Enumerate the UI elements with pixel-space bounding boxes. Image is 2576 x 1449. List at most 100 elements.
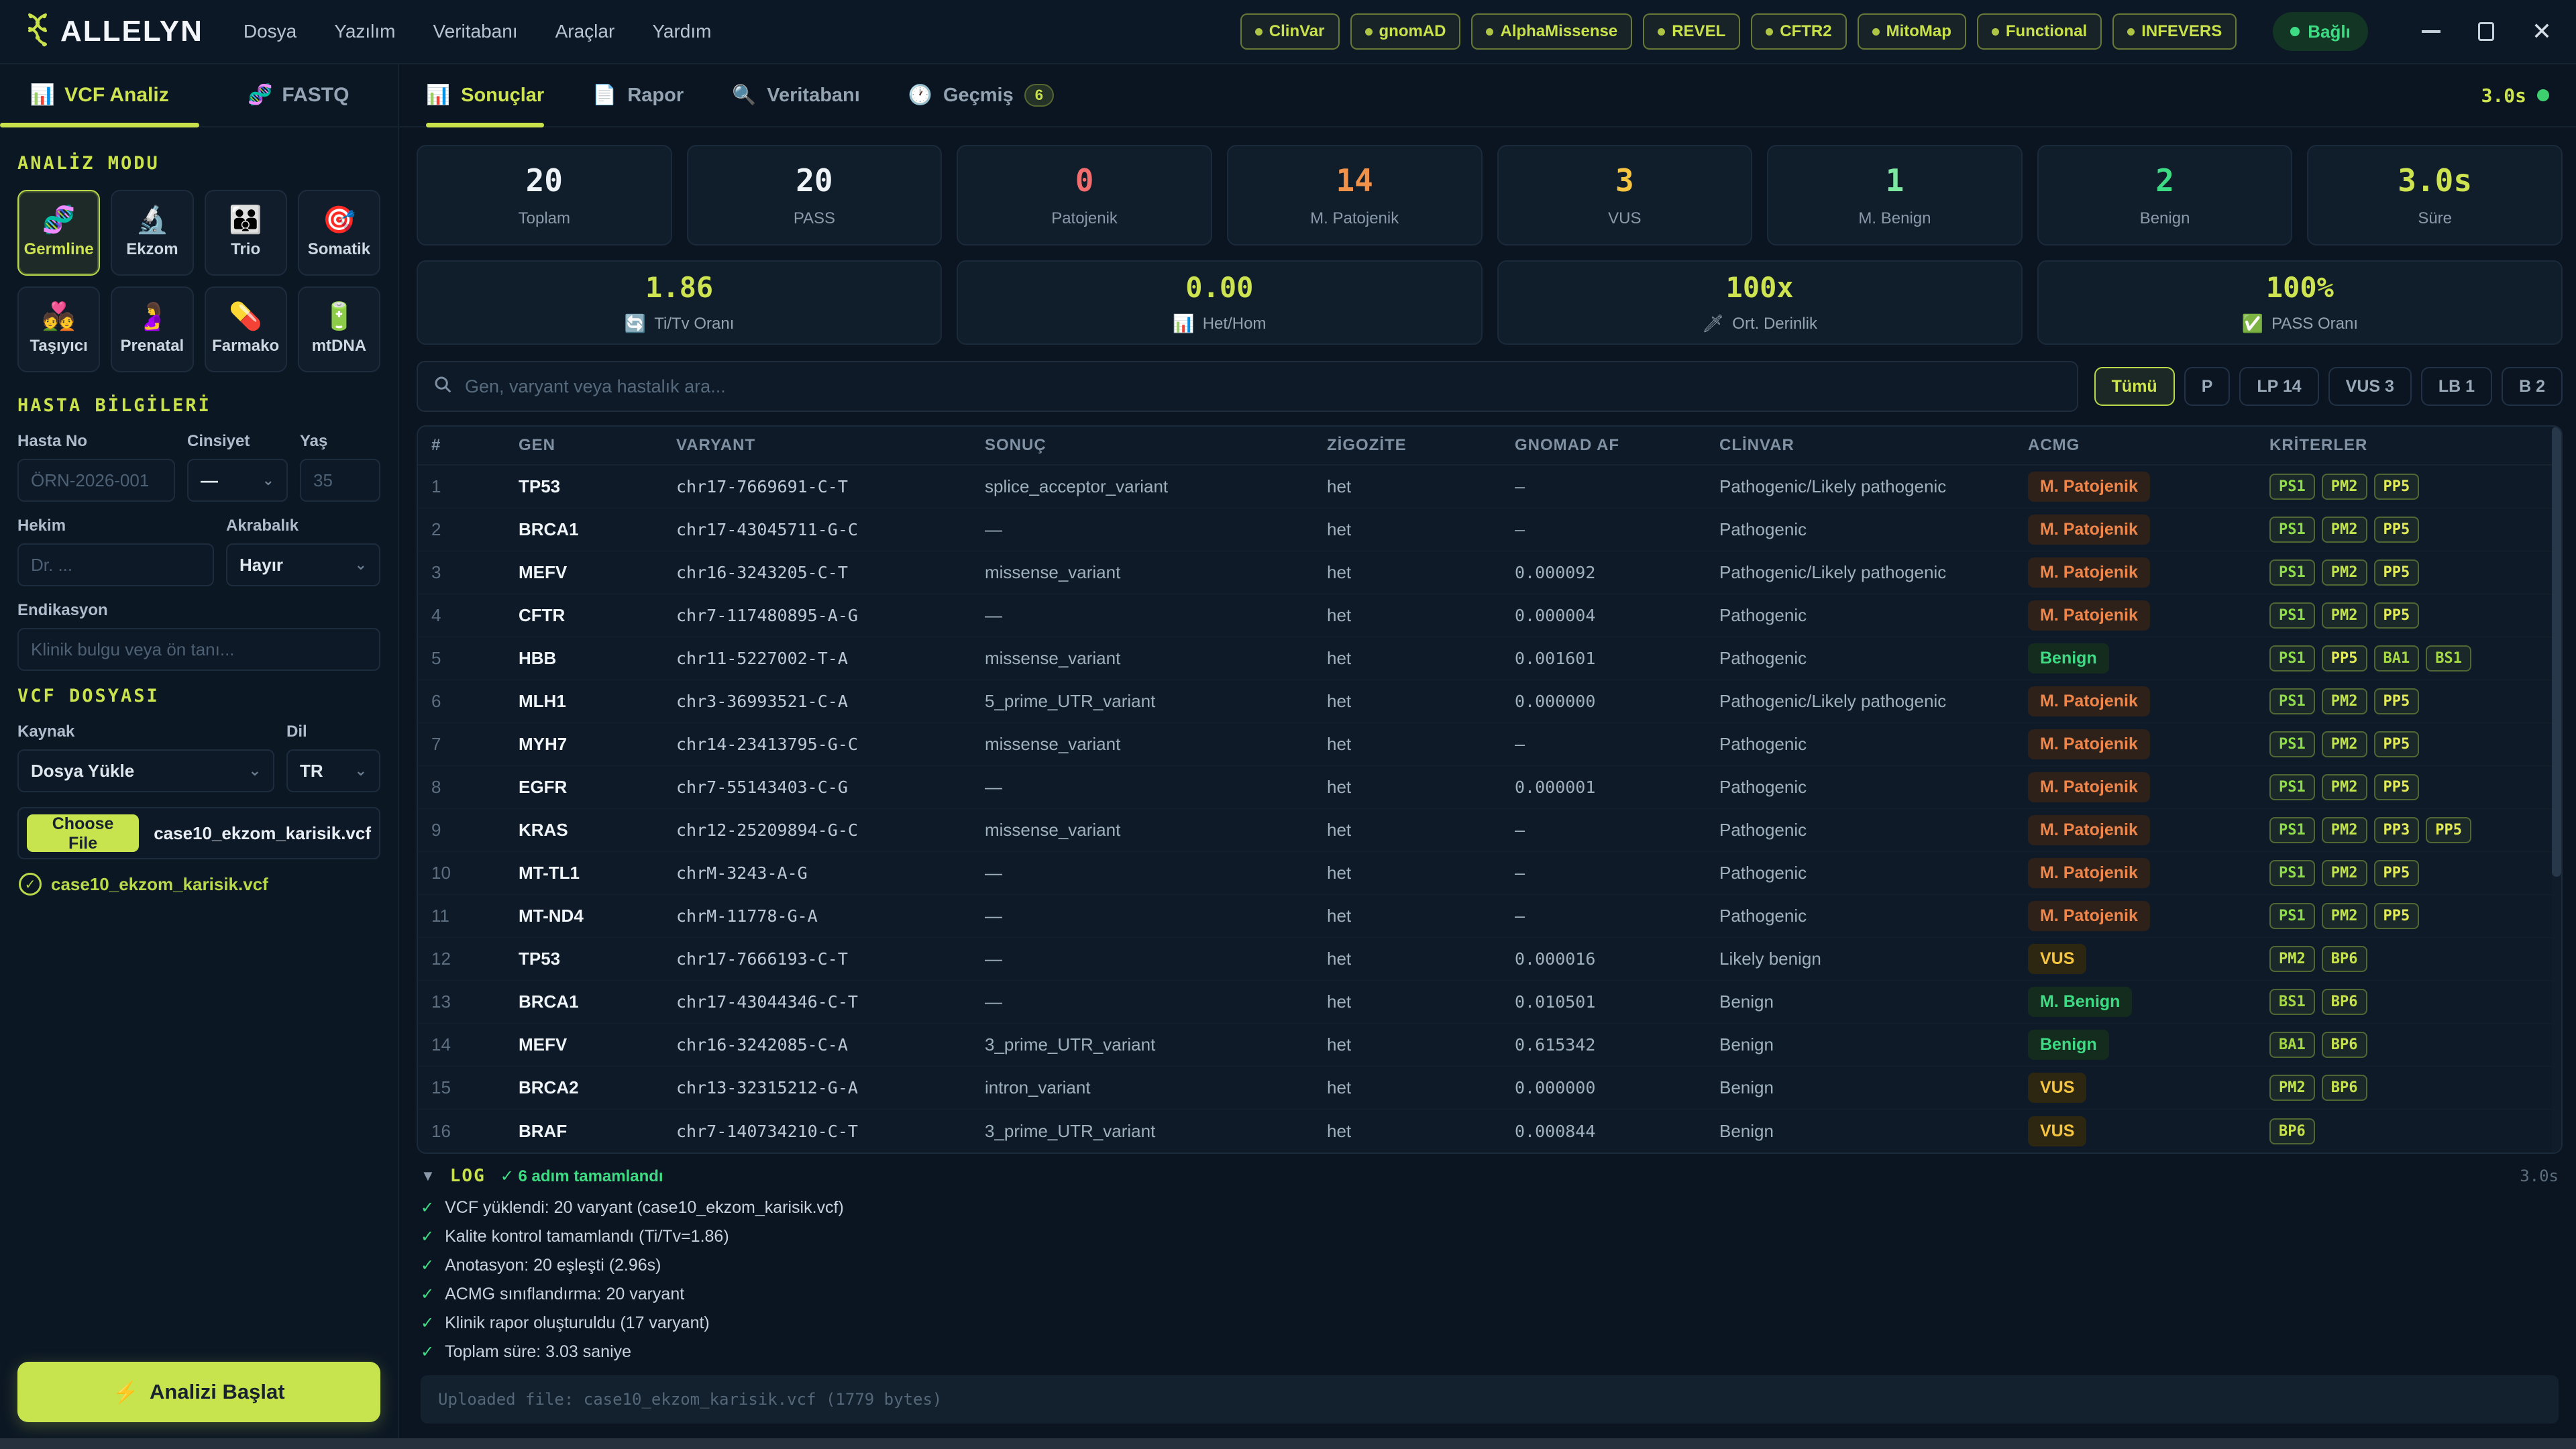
filter-chip[interactable]: LB 1 bbox=[2421, 367, 2492, 406]
gene-cell: MT-TL1 bbox=[519, 863, 676, 883]
variant-cell: chr17-7666193-C-T bbox=[676, 949, 985, 969]
stat-card: 1 M. Benign bbox=[1767, 145, 2023, 246]
database-badge[interactable]: Functional bbox=[1977, 13, 2102, 50]
menu-item[interactable]: Yazılım bbox=[334, 21, 395, 42]
check-circle-icon: ✓ bbox=[19, 873, 42, 896]
criteria-chip: PP5 bbox=[2374, 517, 2420, 543]
criteria-cell: PS1PM2PP5 bbox=[2269, 602, 2556, 629]
analysis-mode-button[interactable]: 👪 Trio bbox=[205, 190, 287, 276]
cinsiyet-select[interactable]: — ⌄ bbox=[187, 459, 288, 502]
menu-item[interactable]: Yardım bbox=[652, 21, 711, 42]
database-badge[interactable]: gnomAD bbox=[1350, 13, 1461, 50]
file-upload-box[interactable]: Choose File case10_ekzom_karisik.vcf bbox=[17, 807, 380, 859]
table-row[interactable]: 8 EGFR chr7-55143403-C-G — het 0.000001 … bbox=[418, 766, 2561, 809]
stat-card: 2 Benign bbox=[2037, 145, 2293, 246]
akrabalik-select[interactable]: Hayır ⌄ bbox=[226, 543, 380, 586]
start-analysis-button[interactable]: ⚡ Analizi Başlat bbox=[17, 1362, 380, 1422]
gene-cell: EGFR bbox=[519, 777, 676, 798]
gnomad-af-cell: – bbox=[1515, 477, 1719, 496]
table-row[interactable]: 6 MLH1 chr3-36993521-C-A 5_prime_UTR_var… bbox=[418, 680, 2561, 723]
main-tab[interactable]: 🔍 Veritabanı bbox=[732, 64, 860, 126]
table-row[interactable]: 11 MT-ND4 chrM-11778-G-A — het – Pathoge… bbox=[418, 895, 2561, 938]
choose-file-button[interactable]: Choose File bbox=[27, 814, 139, 852]
yas-input[interactable] bbox=[300, 459, 380, 502]
table-row[interactable]: 10 MT-TL1 chrM-3243-A-G — het – Pathogen… bbox=[418, 852, 2561, 895]
menu-item[interactable]: Araçlar bbox=[555, 21, 615, 42]
criteria-chip: BP6 bbox=[2322, 946, 2367, 972]
menu-item[interactable]: Dosya bbox=[244, 21, 297, 42]
database-badge[interactable]: CFTR2 bbox=[1751, 13, 1846, 50]
zygosity-cell: het bbox=[1327, 991, 1515, 1012]
quality-stat-card: 1.86 🔄 Ti/Tv Oranı bbox=[417, 260, 942, 345]
filter-chip[interactable]: LP 14 bbox=[2239, 367, 2318, 406]
filter-chip[interactable]: B 2 bbox=[2502, 367, 2563, 406]
table-row[interactable]: 3 MEFV chr16-3243205-C-T missense_varian… bbox=[418, 551, 2561, 594]
table-row[interactable]: 4 CFTR chr7-117480895-A-G — het 0.000004… bbox=[418, 594, 2561, 637]
criteria-chip: PM2 bbox=[2322, 774, 2367, 800]
sidebar-tab[interactable]: 🧬 FASTQ bbox=[199, 64, 398, 126]
search-input[interactable] bbox=[465, 376, 2062, 397]
close-button[interactable]: ✕ bbox=[2532, 19, 2552, 44]
main-tab[interactable]: 🕐 Geçmiş 6 bbox=[908, 64, 1054, 126]
table-row[interactable]: 2 BRCA1 chr17-43045711-G-C — het – Patho… bbox=[418, 508, 2561, 551]
main-tab[interactable]: 📄 Rapor bbox=[592, 64, 684, 126]
analysis-mode-button[interactable]: 🔋 mtDNA bbox=[298, 286, 380, 372]
log-header[interactable]: ▼ LOG ✓ 6 adım tamamlandı 3.0s bbox=[421, 1166, 2559, 1186]
restore-button[interactable] bbox=[2478, 22, 2494, 41]
gene-cell: BRCA1 bbox=[519, 991, 676, 1012]
collapse-caret-icon[interactable]: ▼ bbox=[421, 1167, 435, 1185]
database-badge[interactable]: ClinVar bbox=[1240, 13, 1340, 50]
top-bar: ALLELYN DosyaYazılımVeritabanıAraçlarYar… bbox=[0, 0, 2576, 64]
main-tab[interactable]: 📊 Sonuçlar bbox=[426, 64, 544, 126]
clinvar-cell: Pathogenic bbox=[1719, 863, 2028, 883]
analysis-mode-button[interactable]: 🔬 Ekzom bbox=[111, 190, 193, 276]
search-bar[interactable] bbox=[417, 361, 2078, 412]
acmg-cell: M. Patojenik bbox=[2028, 600, 2269, 631]
table-row[interactable]: 14 MEFV chr16-3242085-C-A 3_prime_UTR_va… bbox=[418, 1024, 2561, 1067]
filter-chip[interactable]: P bbox=[2184, 367, 2231, 406]
table-row[interactable]: 12 TP53 chr17-7666193-C-T — het 0.000016… bbox=[418, 938, 2561, 981]
table-row[interactable]: 15 BRCA2 chr13-32315212-G-A intron_varia… bbox=[418, 1067, 2561, 1110]
variant-cell: chr17-7669691-C-T bbox=[676, 477, 985, 496]
horizontal-scrollbar[interactable] bbox=[0, 1438, 2576, 1449]
criteria-cell: PS1PM2PP5 bbox=[2269, 903, 2556, 929]
kaynak-select[interactable]: Dosya Yükle ⌄ bbox=[17, 749, 274, 792]
acmg-badge: VUS bbox=[2028, 944, 2086, 974]
analysis-mode-button[interactable]: 💑 Taşıyıcı bbox=[17, 286, 100, 372]
table-row[interactable]: 16 BRAF chr7-140734210-C-T 3_prime_UTR_v… bbox=[418, 1110, 2561, 1152]
menu-item[interactable]: Veritabanı bbox=[433, 21, 518, 42]
database-badge[interactable]: INFEVERS bbox=[2112, 13, 2237, 50]
acmg-badge: Benign bbox=[2028, 643, 2109, 674]
endikasyon-input[interactable] bbox=[17, 628, 380, 671]
sidebar-tab[interactable]: 📊 VCF Analiz bbox=[0, 64, 199, 126]
criteria-chip: PM2 bbox=[2322, 817, 2367, 843]
analysis-mode-button[interactable]: 💊 Farmako bbox=[205, 286, 287, 372]
minimize-button[interactable] bbox=[2422, 30, 2440, 33]
database-badge[interactable]: AlphaMissense bbox=[1471, 13, 1632, 50]
dil-select[interactable]: TR ⌄ bbox=[286, 749, 380, 792]
mode-icon: 🔬 bbox=[136, 207, 169, 233]
clinvar-cell: Benign bbox=[1719, 1034, 2028, 1055]
criteria-chip: PP5 bbox=[2322, 645, 2367, 672]
analysis-mode-button[interactable]: 🎯 Somatik bbox=[298, 190, 380, 276]
table-row[interactable]: 1 TP53 chr17-7669691-C-T splice_acceptor… bbox=[418, 466, 2561, 508]
filter-chip[interactable]: VUS 3 bbox=[2328, 367, 2412, 406]
hasta-no-input[interactable] bbox=[17, 459, 175, 502]
table-row[interactable]: 7 MYH7 chr14-23413795-G-C missense_varia… bbox=[418, 723, 2561, 766]
variant-cell: chrM-3243-A-G bbox=[676, 863, 985, 883]
table-row[interactable]: 13 BRCA1 chr17-43044346-C-T — het 0.0105… bbox=[418, 981, 2561, 1024]
table-row[interactable]: 5 HBB chr11-5227002-T-A missense_variant… bbox=[418, 637, 2561, 680]
filter-chip[interactable]: Tümü bbox=[2094, 367, 2175, 406]
database-badge[interactable]: MitoMap bbox=[1858, 13, 1966, 50]
tab-icon: 🔍 bbox=[732, 84, 756, 107]
analysis-mode-button[interactable]: 🧬 Germline bbox=[17, 190, 100, 276]
hekim-input[interactable] bbox=[17, 543, 214, 586]
table-scrollbar[interactable] bbox=[2552, 427, 2561, 1152]
analysis-mode-button[interactable]: 🤰 Prenatal bbox=[111, 286, 193, 372]
scrollbar-thumb[interactable] bbox=[2552, 427, 2561, 877]
table-row[interactable]: 9 KRAS chr12-25209894-G-C missense_varia… bbox=[418, 809, 2561, 852]
acmg-badge: Benign bbox=[2028, 1030, 2109, 1060]
criteria-chip: PS1 bbox=[2269, 774, 2315, 800]
criteria-cell: PS1PM2PP3PP5 bbox=[2269, 817, 2556, 843]
database-badge[interactable]: REVEL bbox=[1643, 13, 1740, 50]
